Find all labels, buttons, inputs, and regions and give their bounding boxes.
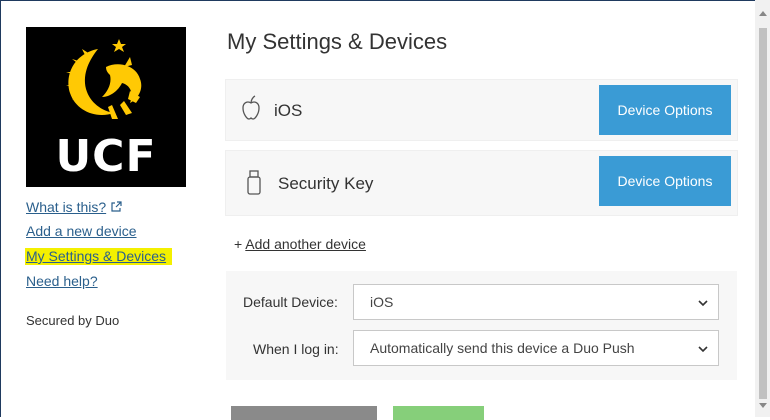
- my-settings-devices-link[interactable]: My Settings & Devices: [25, 248, 173, 265]
- chevron-down-icon: [698, 300, 708, 307]
- what-is-this-label: What is this?: [26, 199, 107, 215]
- save-button[interactable]: [393, 406, 484, 420]
- when-login-value: Automatically send this device a Duo Pus…: [370, 340, 635, 356]
- device-row-ios: iOS Device Options: [226, 80, 737, 140]
- device-options-button[interactable]: Device Options: [599, 85, 731, 135]
- logo-text: UCF: [55, 131, 157, 182]
- secured-by-duo: Secured by Duo: [26, 313, 120, 328]
- add-another-device: + Add another device: [234, 236, 366, 252]
- scroll-thumb[interactable]: [759, 28, 767, 399]
- default-device-select[interactable]: iOS: [353, 284, 719, 320]
- scroll-up-arrow-icon[interactable]: [759, 11, 767, 16]
- page-title: My Settings & Devices: [227, 29, 448, 54]
- default-device-label: Default Device:: [243, 294, 338, 310]
- when-login-select[interactable]: Automatically send this device a Duo Pus…: [353, 330, 719, 366]
- apple-icon: [242, 95, 260, 120]
- device-label: Security Key: [278, 174, 374, 193]
- device-label: iOS: [274, 101, 303, 120]
- external-link-icon: [111, 201, 122, 212]
- device-row-security-key: Security Key Device Options: [226, 151, 737, 215]
- settings-panel: Default Device: iOS When I log in: Autom…: [226, 271, 737, 380]
- when-login-label: When I log in:: [253, 341, 339, 357]
- back-button[interactable]: [231, 406, 377, 420]
- need-help-link[interactable]: Need help?: [26, 273, 98, 289]
- scrollbar[interactable]: [755, 0, 770, 417]
- usb-key-icon: [247, 170, 261, 195]
- chevron-down-icon: [698, 346, 708, 353]
- ucf-logo: UCF: [26, 27, 186, 187]
- what-is-this-link[interactable]: What is this?: [26, 199, 122, 215]
- add-prefix: +: [234, 236, 246, 252]
- device-options-button[interactable]: Device Options: [599, 156, 731, 206]
- default-device-value: iOS: [370, 294, 394, 310]
- add-new-device-link[interactable]: Add a new device: [26, 223, 137, 239]
- pegasus-icon: [66, 39, 142, 119]
- add-another-device-link[interactable]: Add another device: [245, 236, 366, 252]
- scroll-down-arrow-icon[interactable]: [759, 403, 767, 408]
